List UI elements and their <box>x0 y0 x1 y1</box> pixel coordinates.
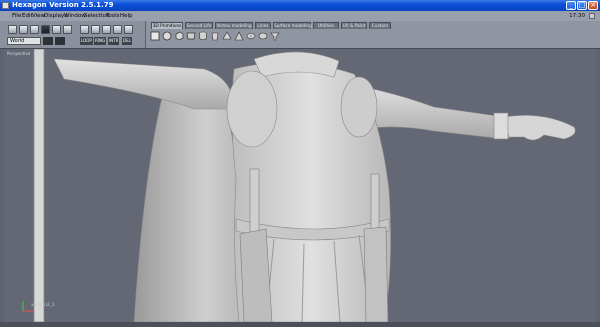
del-button[interactable]: DEL <box>122 37 132 45</box>
panel-close-icon[interactable] <box>589 13 595 19</box>
coordinate-mode-select[interactable]: World <box>7 37 41 45</box>
select-auto-icon[interactable] <box>124 25 133 34</box>
mode-toggle-a[interactable] <box>43 37 53 45</box>
close-button[interactable]: × <box>588 1 598 10</box>
tab-utilities[interactable]: Utilities <box>313 22 339 29</box>
tab-surface-modeling[interactable]: Surface modeling <box>273 22 312 29</box>
title-bar[interactable]: Hexagon Version 2.5.1.79 _ □ × <box>0 0 600 11</box>
geosphere-icon[interactable] <box>186 31 196 41</box>
main-toolbar: World LOOP RING INTR DEL 3D Primitives S… <box>0 21 600 49</box>
clock-display: 17:30 <box>569 13 585 19</box>
select-point-icon[interactable] <box>80 25 89 34</box>
select-arrow-icon[interactable] <box>8 25 17 34</box>
teapot-icon[interactable] <box>270 31 280 41</box>
intr-button[interactable]: INTR <box>108 37 120 45</box>
window-title: Hexagon Version 2.5.1.79 <box>12 1 114 9</box>
capsule-icon[interactable] <box>258 31 268 41</box>
tab-custom[interactable]: Custom <box>369 22 391 29</box>
tab-3d-primitives[interactable]: 3D Primitives <box>151 22 183 29</box>
menu-bar: File Edit View Displays Window Selection… <box>0 11 600 21</box>
select-face-icon[interactable] <box>102 25 111 34</box>
pyramid-icon[interactable] <box>234 31 244 41</box>
app-icon <box>2 2 9 9</box>
menu-tools[interactable]: Tools <box>106 11 120 21</box>
torus-icon[interactable] <box>246 31 256 41</box>
minimize-button[interactable]: _ <box>566 1 576 10</box>
paint-select-icon[interactable] <box>30 25 39 34</box>
hexagon-window: Hexagon Version 2.5.1.79 _ □ × File Edit… <box>0 0 600 327</box>
sphere-icon[interactable] <box>162 31 172 41</box>
status-bar <box>0 322 600 327</box>
cube-icon[interactable] <box>174 31 184 41</box>
tab-vertex-modeling[interactable]: Vertex modeling <box>215 22 253 29</box>
menu-help[interactable]: Help <box>120 11 133 21</box>
loop-button[interactable]: LOOP <box>80 37 93 45</box>
tab-uv-paint[interactable]: UV & Paint <box>341 22 367 29</box>
mode-toggle-b[interactable] <box>55 37 65 45</box>
invert-select-icon[interactable] <box>52 25 61 34</box>
lasso-icon[interactable] <box>19 25 28 34</box>
maximize-button[interactable]: □ <box>577 1 587 10</box>
tube-icon[interactable] <box>210 31 220 41</box>
select-object-icon[interactable] <box>113 25 122 34</box>
tab-second-life[interactable]: Second Life <box>185 22 213 29</box>
3d-viewport[interactable]: Perspective x_cahn2_1 <box>4 49 596 322</box>
cylinder-icon[interactable] <box>198 31 208 41</box>
selection-tool-panel: World LOOP RING INTR DEL <box>0 21 146 48</box>
cone-icon[interactable] <box>222 31 232 41</box>
lock-icon[interactable] <box>63 25 72 34</box>
select-edge-icon[interactable] <box>91 25 100 34</box>
ring-button[interactable]: RING <box>94 37 107 45</box>
magic-select-icon[interactable] <box>41 25 50 34</box>
character-model[interactable] <box>4 49 596 322</box>
axis-label: x_cahn2_1 <box>31 303 55 308</box>
plane-icon[interactable] <box>150 31 160 41</box>
menu-window[interactable]: Window <box>64 11 86 21</box>
tab-lines[interactable]: Lines <box>255 22 271 29</box>
menu-file[interactable]: File <box>12 11 21 21</box>
